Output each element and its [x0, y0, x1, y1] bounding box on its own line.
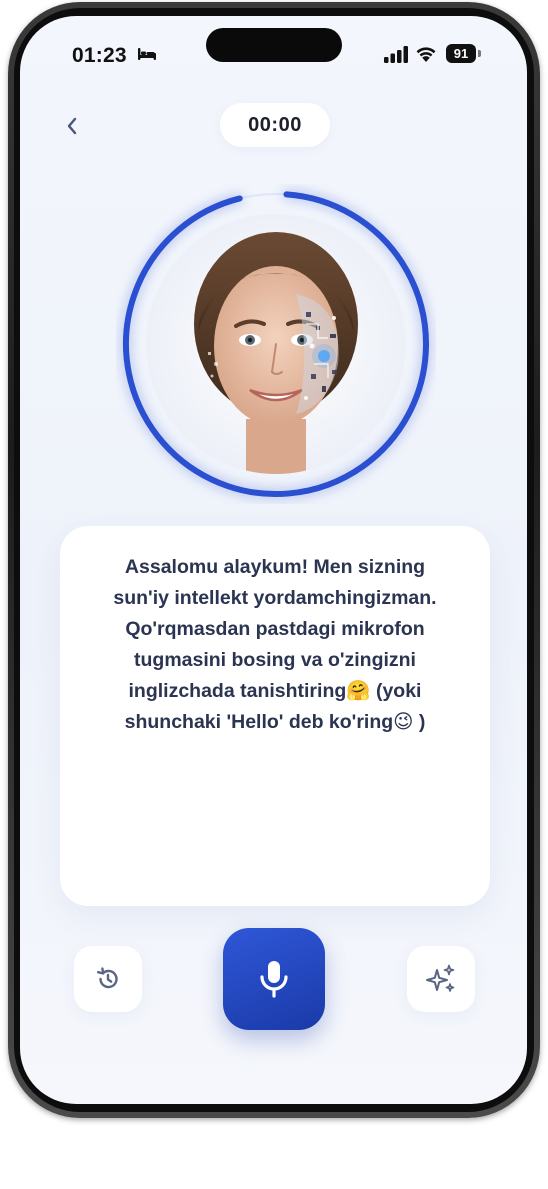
battery-tip	[478, 50, 481, 57]
dynamic-island	[206, 28, 342, 62]
back-button[interactable]	[58, 112, 86, 140]
history-icon	[97, 967, 118, 989]
history-button[interactable]	[74, 946, 142, 1012]
assistant-message-card: Assalomu alaykum! Men sizning sun'iy int…	[60, 526, 490, 906]
call-timer: 00:00	[220, 103, 330, 147]
microphone-icon	[260, 961, 288, 998]
bed-icon	[138, 48, 156, 60]
ai-suggestions-button[interactable]	[407, 946, 475, 1012]
assistant-message-text: Assalomu alaykum! Men sizning sun'iy int…	[113, 556, 437, 733]
chevron-left-icon	[67, 117, 77, 135]
cellular-signal-icon	[384, 46, 408, 63]
sparkles-icon	[426, 964, 455, 992]
wifi-icon	[416, 47, 436, 62]
microphone-button[interactable]	[223, 928, 325, 1030]
avatar-photo	[146, 214, 406, 474]
battery-icon: 91	[446, 44, 476, 63]
status-time: 01:23	[72, 44, 127, 67]
ai-avatar	[116, 184, 436, 504]
woman-cyborg-portrait	[146, 214, 406, 474]
app-screen: 01:23 91 00:00 Assalomu alaykum! Men siz…	[20, 16, 527, 1104]
